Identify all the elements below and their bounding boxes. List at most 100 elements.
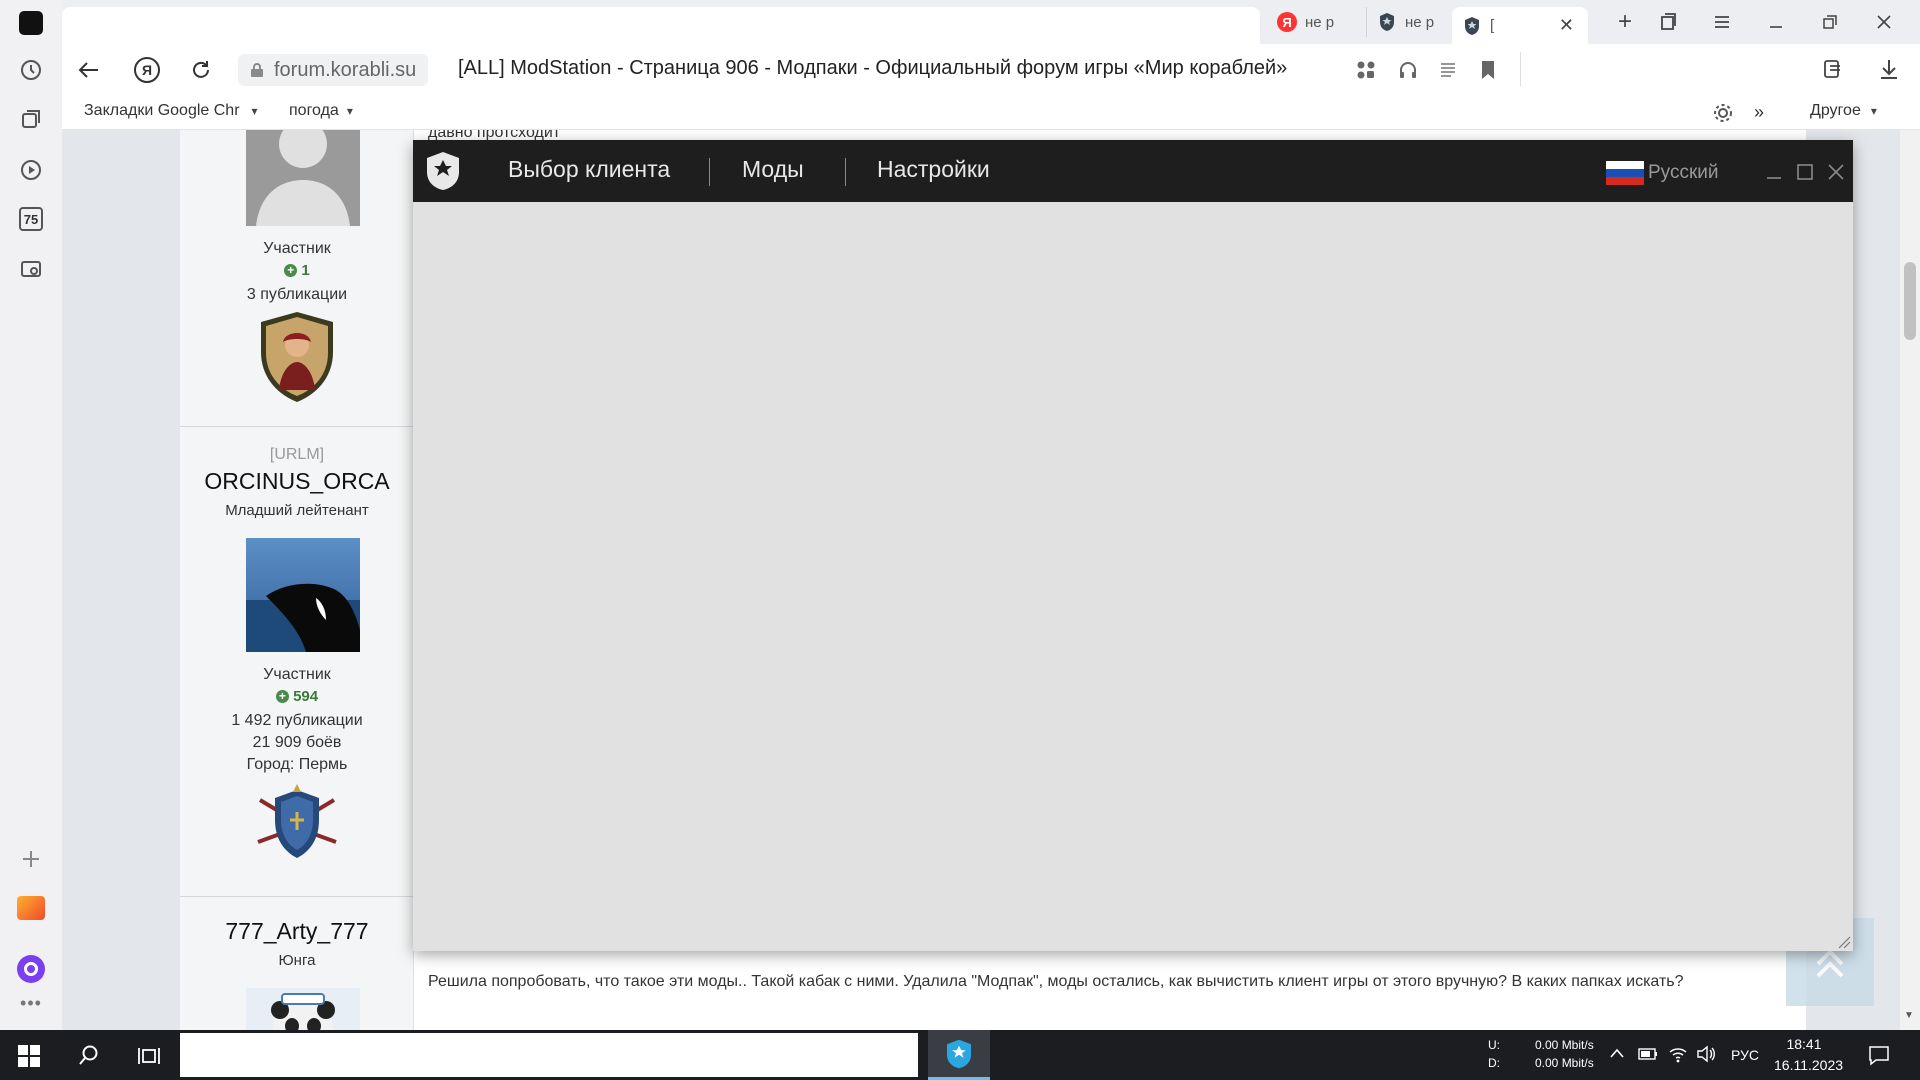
new-tab-button[interactable]: + — [1610, 7, 1640, 37]
username[interactable]: 777_Arty_777 — [180, 918, 414, 945]
wifi-icon[interactable] — [1668, 1045, 1688, 1063]
avatar[interactable] — [246, 988, 360, 1030]
taskbar-search-box[interactable] — [180, 1033, 918, 1077]
post-count: 3 публикации — [246, 286, 348, 303]
tabs-panel-icon[interactable] — [1658, 12, 1678, 32]
language-label: Русский — [1648, 162, 1719, 183]
battery-icon[interactable] — [1638, 1047, 1658, 1061]
tab-label: не р — [1305, 13, 1335, 31]
collections-icon[interactable] — [16, 104, 46, 134]
taskbar-app-modstation[interactable] — [928, 1030, 990, 1080]
modstation-content — [413, 202, 1853, 951]
menu-mods[interactable]: Моды — [742, 156, 804, 183]
bookmark-label: Закладки Google Chr — [84, 102, 240, 119]
more-bookmarks-icon[interactable]: » — [1754, 102, 1764, 123]
user-group: Участник — [263, 240, 331, 257]
author-column: Участник + 1 3 публикации [URLM] ORCINUS… — [180, 130, 414, 1030]
url-field[interactable]: forum.korabli.su — [238, 54, 428, 86]
clock-time[interactable]: 18:41 — [1776, 1036, 1832, 1052]
blank-tab-area[interactable] — [62, 7, 1260, 44]
modstation-logo-icon — [425, 151, 461, 191]
windows-start-icon[interactable] — [18, 1045, 40, 1067]
counter-badge[interactable]: 75 — [16, 204, 46, 234]
clock-date[interactable]: 16.11.2023 — [1774, 1057, 1843, 1073]
chevron-down-icon: ▾ — [1870, 104, 1877, 118]
other-bookmarks-label: Другое — [1810, 102, 1861, 119]
history-icon[interactable] — [16, 55, 46, 85]
bookmark-icon[interactable] — [1480, 60, 1496, 80]
language-selector[interactable]: Русский — [1606, 161, 1719, 185]
screenshot-icon[interactable] — [16, 254, 46, 284]
tab-strip: Я не р не р [ ✕ + — [62, 0, 1920, 44]
tab-2[interactable]: не р — [1366, 7, 1446, 37]
scroll-down-arrow-icon[interactable]: ▼ — [1904, 1010, 1914, 1021]
back-icon[interactable] — [78, 60, 100, 80]
plus-icon: + — [275, 690, 289, 703]
page-title: [ALL] ModStation - Страница 906 - Модпак… — [458, 57, 1288, 79]
tab-label: [ — [1490, 17, 1495, 34]
bookmarks-bar: Закладки Google Chr ▾ погода ▾ » Другое … — [62, 96, 1920, 130]
battle-count: 21 909 боёв — [252, 734, 342, 751]
browser-sidebar: 75 ••• — [0, 0, 62, 1030]
extensions-icon[interactable] — [1356, 60, 1376, 80]
settings-gear-icon[interactable] — [1712, 102, 1734, 124]
menu-settings[interactable]: Настройки — [877, 156, 990, 183]
reputation-value: 594 — [293, 688, 319, 705]
volume-icon[interactable] — [1696, 1045, 1716, 1063]
bookmark-folder-google[interactable]: Закладки Google Chr ▾ — [84, 102, 258, 120]
url-text: forum.korabli.su — [274, 58, 417, 81]
clan-tag[interactable]: [URLM] — [180, 446, 414, 464]
yandex-home-icon[interactable]: Я — [134, 57, 160, 83]
other-bookmarks[interactable]: Другое ▾ — [1810, 102, 1877, 120]
avatar[interactable] — [246, 538, 360, 652]
russia-flag-icon — [1606, 161, 1644, 185]
menu-icon[interactable] — [1712, 12, 1732, 32]
close-icon[interactable] — [1827, 163, 1845, 181]
modstation-header: Выбор клиента Моды Настройки Русский — [413, 140, 1853, 202]
bookmark-folder-weather[interactable]: погода ▾ — [289, 102, 353, 120]
toolbar-divider — [1520, 52, 1521, 86]
search-icon[interactable] — [78, 1044, 100, 1066]
minimize-icon[interactable] — [1766, 12, 1786, 32]
username[interactable]: ORCINUS_ORCA — [180, 468, 414, 495]
address-bar-row: Я forum.korabli.su [ALL] ModStation - Ст… — [62, 44, 1920, 96]
tab-label: не р — [1405, 13, 1435, 31]
avatar[interactable] — [246, 130, 360, 226]
author-divider — [180, 426, 414, 427]
reader-mode-icon[interactable] — [1438, 60, 1458, 80]
yandex-icon: Я — [1277, 12, 1297, 32]
maximize-icon[interactable] — [1796, 163, 1814, 181]
net-download-label: D: — [1488, 1056, 1500, 1070]
mail-icon[interactable] — [16, 893, 46, 923]
badge-pirate-icon — [257, 310, 337, 405]
tab-1[interactable]: Я не р — [1277, 7, 1357, 37]
author-divider — [180, 896, 414, 897]
menu-separator — [709, 158, 710, 186]
reputation: + 1 — [180, 262, 414, 279]
headphones-icon[interactable] — [1398, 60, 1418, 80]
bookmark-label: погода — [289, 102, 339, 119]
task-view-icon[interactable] — [138, 1045, 160, 1067]
scrollbar-thumb[interactable] — [1904, 262, 1916, 340]
tray-chevron-up-icon[interactable] — [1610, 1048, 1624, 1058]
plus-icon: + — [284, 264, 298, 277]
close-window-icon[interactable] — [1874, 12, 1894, 32]
reload-icon[interactable] — [190, 59, 212, 81]
resize-grip-icon[interactable] — [1837, 935, 1851, 949]
tab-3-active[interactable]: [ ✕ — [1452, 7, 1588, 44]
minimize-icon[interactable] — [1765, 163, 1783, 181]
restore-icon[interactable] — [1820, 12, 1840, 32]
downloads-icon[interactable] — [1878, 58, 1900, 80]
menu-client-select[interactable]: Выбор клиента — [508, 156, 670, 183]
post-text: Решила попробовать, что такое эти моды..… — [428, 973, 1684, 990]
post-count: 1 492 публикации — [231, 712, 363, 729]
play-icon[interactable] — [16, 155, 46, 185]
alice-assistant-icon[interactable] — [16, 954, 46, 984]
close-tab-icon[interactable]: ✕ — [1559, 15, 1574, 36]
profile-sync-icon[interactable] — [1822, 58, 1844, 80]
notifications-icon[interactable] — [1868, 1044, 1890, 1066]
add-panel-icon[interactable] — [16, 844, 46, 874]
more-icon[interactable]: ••• — [16, 993, 46, 1013]
app-logo-icon[interactable] — [16, 8, 46, 38]
input-language[interactable]: РУС — [1731, 1047, 1759, 1063]
